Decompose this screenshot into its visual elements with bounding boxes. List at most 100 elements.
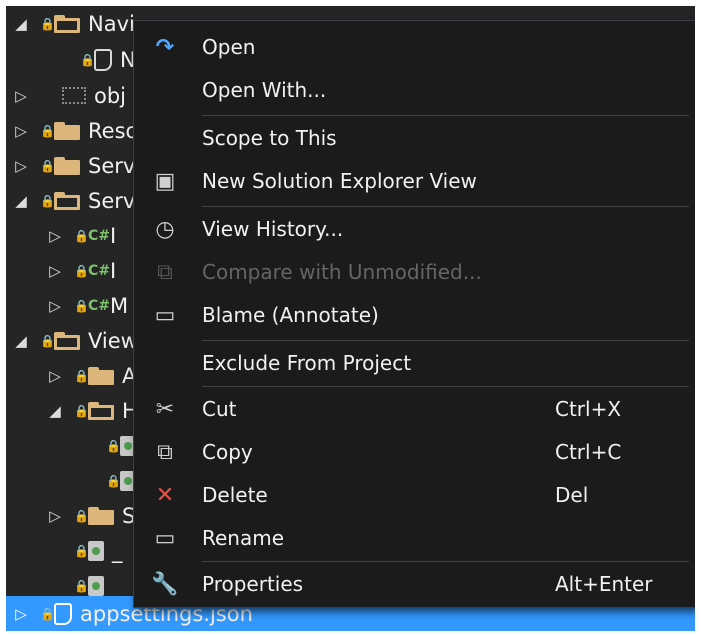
lock-icon: 🔒 [106, 438, 121, 453]
menu-separator [202, 386, 689, 387]
lock-icon: 🔒 [40, 333, 55, 348]
csharp-file-icon: C# [88, 297, 111, 314]
razor-file-icon [88, 575, 104, 596]
tree-node-label: Reso [88, 118, 139, 143]
menu-item-compare-with-unmodified: ⧉ Compare with Unmodified... [134, 252, 695, 292]
lock-icon: 🔒 [40, 606, 55, 621]
folder-icon [88, 366, 114, 385]
expanded-arrow-icon[interactable]: ◢ [14, 15, 28, 33]
menu-item-label: Copy [202, 440, 253, 464]
json-file-icon [54, 602, 72, 625]
lock-icon: 🔒 [106, 473, 121, 488]
shortcut-label: Alt+Enter [555, 572, 653, 596]
compare-icon: ⧉ [157, 259, 173, 285]
lock-icon: 🔒 [40, 16, 55, 31]
collapsed-arrow-icon[interactable]: ▷ [14, 122, 28, 140]
open-folder-icon [54, 331, 80, 350]
copy-icon: ⧉ [157, 439, 173, 465]
expanded-arrow-icon[interactable]: ◢ [14, 192, 28, 210]
comment-icon: ▭ [154, 302, 176, 328]
menu-item-exclude-from-project[interactable]: Exclude From Project [134, 343, 695, 383]
lock-icon: 🔒 [40, 193, 55, 208]
shortcut-label: Ctrl+C [555, 440, 622, 464]
menu-item-delete[interactable]: ✕ Delete Del [134, 475, 695, 515]
shortcut-label: Del [555, 483, 589, 507]
menu-item-scope-to-this[interactable]: Scope to This [134, 118, 695, 158]
menu-separator [202, 561, 689, 562]
lock-icon: 🔒 [40, 158, 55, 173]
wrench-icon: 🔧 [151, 571, 179, 597]
open-arrow-icon: ↷ [155, 34, 175, 60]
collapsed-arrow-icon[interactable]: ▷ [48, 262, 62, 280]
menu-item-label: Rename [202, 526, 285, 550]
menu-item-label: Cut [202, 397, 237, 421]
collapsed-arrow-icon[interactable]: ▷ [14, 605, 28, 623]
lock-icon: 🔒 [80, 52, 95, 67]
new-view-icon: ▣ [154, 168, 176, 194]
tree-node-label: _ [112, 538, 123, 563]
collapsed-arrow-icon[interactable]: ▷ [48, 227, 62, 245]
csharp-file-icon: C# [88, 262, 111, 279]
lock-icon: 🔒 [74, 298, 89, 313]
tree-node-label: obj [94, 83, 127, 108]
lock-icon: 🔒 [40, 123, 55, 138]
menu-item-label: View History... [202, 217, 344, 241]
lock-icon: 🔒 [74, 228, 89, 243]
menu-item-label: Scope to This [202, 126, 337, 150]
lock-icon: 🔒 [74, 263, 89, 278]
open-folder-icon [88, 401, 114, 420]
open-folder-icon [54, 191, 80, 210]
excluded-folder-icon [62, 87, 86, 104]
tree-node-label: M [110, 293, 129, 318]
tree-node-label: _ [112, 573, 123, 598]
lock-icon: 🔒 [74, 543, 89, 558]
delete-icon: ✕ [155, 482, 175, 508]
shortcut-label: Ctrl+X [555, 397, 622, 421]
menu-item-label: Blame (Annotate) [202, 303, 379, 327]
rename-icon: ▭ [154, 525, 176, 551]
menu-item-properties[interactable]: 🔧 Properties Alt+Enter [134, 564, 695, 604]
visual-studio-screenshot: ◢ 🔒 Navi 🔒 N ▷ obj ▷ 🔒 Reso ▷ 🔒 Serv ◢ 🔒… [6, 6, 695, 631]
collapsed-arrow-icon[interactable]: ▷ [48, 367, 62, 385]
menu-item-blame[interactable]: ▭ Blame (Annotate) [134, 295, 695, 335]
tree-node-label: I [110, 258, 117, 283]
scissors-icon: ✂ [155, 396, 175, 422]
history-icon: ◷ [155, 216, 175, 242]
lock-icon: 🔒 [74, 508, 89, 523]
menu-item-rename[interactable]: ▭ Rename [134, 518, 695, 558]
lock-icon: 🔒 [74, 403, 89, 418]
collapsed-arrow-icon[interactable]: ▷ [48, 297, 62, 315]
tree-node-label: Serv [88, 188, 136, 213]
folder-icon [54, 121, 80, 140]
menu-item-label: Properties [202, 572, 304, 596]
menu-item-label: Exclude From Project [202, 351, 412, 375]
expanded-arrow-icon[interactable]: ◢ [14, 332, 28, 350]
menu-separator [202, 115, 689, 116]
menu-item-copy[interactable]: ⧉ Copy Ctrl+C [134, 432, 695, 472]
lock-icon: 🔒 [74, 368, 89, 383]
folder-icon [54, 156, 80, 175]
menu-item-open[interactable]: ↷ Open [134, 27, 695, 67]
tree-node-label: Serv [88, 153, 136, 178]
razor-file-icon [88, 540, 104, 561]
menu-item-label: New Solution Explorer View [202, 169, 477, 193]
folder-icon [88, 506, 114, 525]
lock-icon: 🔒 [74, 578, 89, 593]
tree-node-label: I [110, 223, 117, 248]
menu-item-view-history[interactable]: ◷ View History... [134, 209, 695, 249]
menu-item-new-solution-explorer-view[interactable]: ▣ New Solution Explorer View [134, 161, 695, 201]
menu-item-label: Delete [202, 483, 268, 507]
menu-item-cut[interactable]: ✂ Cut Ctrl+X [134, 389, 695, 429]
json-file-icon [94, 48, 112, 71]
expanded-arrow-icon[interactable]: ◢ [48, 402, 62, 420]
open-folder-icon [54, 14, 80, 33]
collapsed-arrow-icon[interactable]: ▷ [14, 87, 28, 105]
menu-item-open-with[interactable]: Open With... [134, 70, 695, 110]
collapsed-arrow-icon[interactable]: ▷ [48, 507, 62, 525]
collapsed-arrow-icon[interactable]: ▷ [14, 157, 28, 175]
menu-item-label: Compare with Unmodified... [202, 260, 482, 284]
tree-node-label: View [88, 328, 138, 353]
tree-node-label: Navi [88, 11, 135, 36]
menu-item-label: Open [202, 35, 256, 59]
menu-separator [202, 340, 689, 341]
